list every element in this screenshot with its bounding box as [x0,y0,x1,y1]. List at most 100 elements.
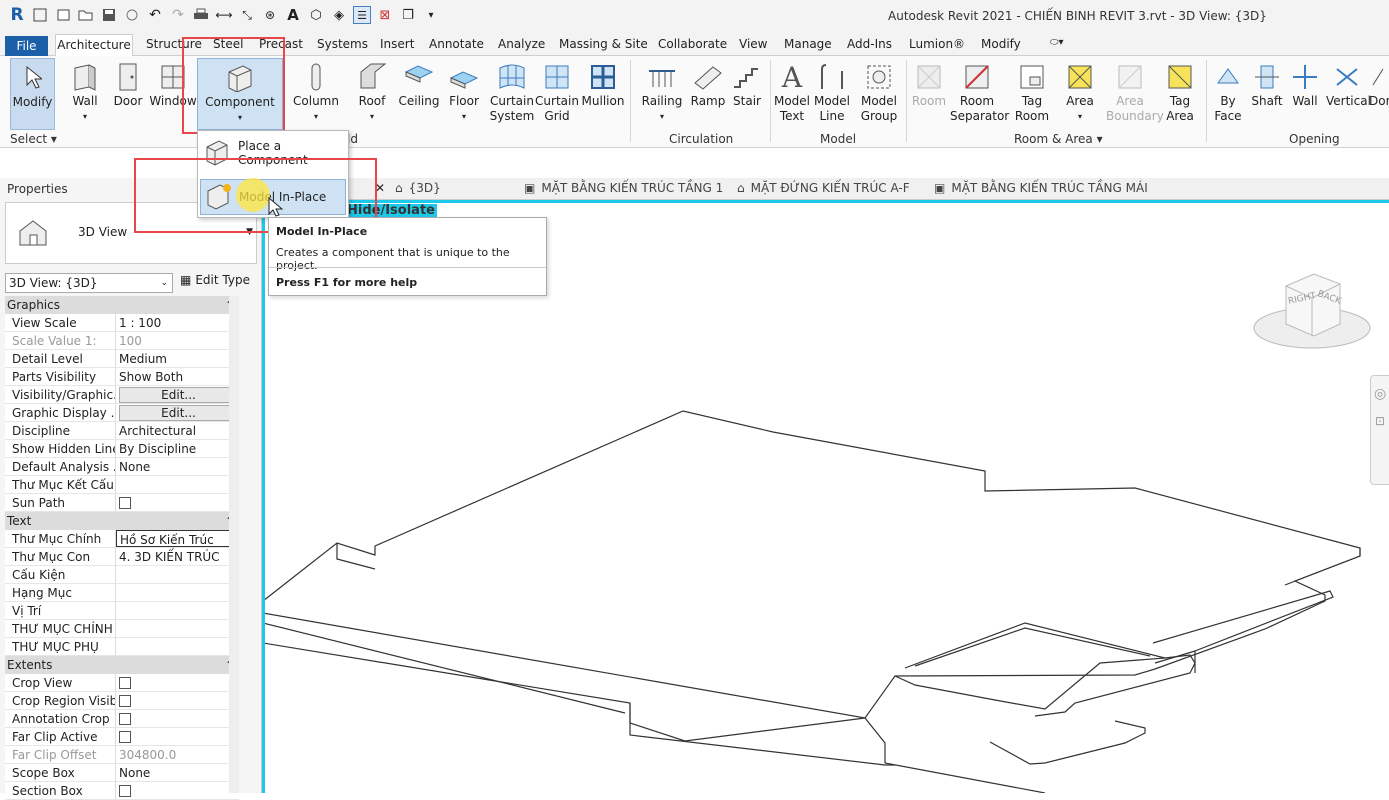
dormer-opening-button[interactable]: Dor [1369,60,1389,109]
tab-massing-site[interactable]: Massing & Site [559,37,648,51]
modify-button[interactable]: Modify [10,58,55,130]
property-value[interactable] [116,710,239,727]
edit-button[interactable]: Edit... [119,387,238,403]
property-value[interactable] [116,620,239,637]
tag-area-button[interactable]: Tag Area [1160,60,1200,124]
new-icon[interactable] [54,6,72,24]
view-cube[interactable]: RIGHT BACK [1250,258,1380,358]
model-group-button[interactable]: Model Group [856,60,902,124]
curtain-grid-button[interactable]: Curtain Grid [535,60,579,124]
view-tab-roof-plan[interactable]: ▣ MẶT BẰNG KIẾN TRÚC TẦNG MÁI [934,181,1148,195]
tab-architecture[interactable]: Architecture [55,34,133,57]
tag-icon[interactable]: ⊛ [261,6,279,24]
checkbox[interactable] [119,677,131,689]
tab-file[interactable]: File [5,36,48,56]
model-text-button[interactable]: A Model Text [772,60,812,124]
tag-room-button[interactable]: Tag Room [1012,60,1052,124]
mullion-button[interactable]: Mullion [580,60,626,109]
property-value[interactable]: 4. 3D KIẾN TRÚC [116,548,239,565]
shaft-button[interactable]: Shaft [1248,60,1286,109]
revit-logo-icon[interactable]: R [8,5,26,25]
column-button[interactable]: Column ▾ [293,60,339,124]
checkbox[interactable] [119,695,131,707]
tab-systems[interactable]: Systems [317,37,368,51]
door-button[interactable]: Door [110,60,146,109]
stair-button[interactable]: Stair [729,60,765,109]
property-value[interactable] [116,728,239,745]
home-icon[interactable] [31,6,49,24]
property-value[interactable]: Edit... [116,404,239,421]
by-face-button[interactable]: By Face [1210,60,1246,124]
text-icon[interactable]: A [284,6,302,24]
properties-scrollbar[interactable] [229,296,239,793]
edit-button[interactable]: Edit... [119,405,238,421]
view-tab-floor-plan-1[interactable]: ▣ MẶT BẰNG KIẾN TRÚC TẦNG 1 [524,181,723,195]
property-value[interactable] [116,602,239,619]
property-value[interactable]: Edit... [116,386,239,403]
tab-lumion[interactable]: Lumion® [909,37,965,51]
save-icon[interactable] [100,6,118,24]
close-hidden-icon[interactable]: ⊠ [376,6,394,24]
checkbox[interactable] [119,713,131,725]
checkbox[interactable] [119,785,131,797]
view-tab-elevation[interactable]: ⌂ MẶT ĐỨNG KIẾN TRÚC A-F [737,181,910,195]
section-extents[interactable]: Extents⌃ [5,656,239,674]
property-value[interactable]: Show Both [116,368,239,385]
property-value[interactable]: 304800.0 [116,746,239,763]
open-icon[interactable] [77,6,95,24]
property-value[interactable]: None [116,764,239,781]
print-icon[interactable] [192,6,210,24]
steering-wheel-icon[interactable]: ◎ [1374,386,1389,402]
property-value[interactable] [116,782,239,799]
room-area-panel-label[interactable]: Room & Area ▾ [1014,132,1103,146]
room-button[interactable]: Room [909,60,949,109]
property-value[interactable] [116,476,239,493]
model-line-button[interactable]: Model Line [812,60,852,124]
room-separator-button[interactable]: Room Separator [950,60,1009,124]
checkbox[interactable] [119,731,131,743]
property-value[interactable]: 100 [116,332,239,349]
ceiling-button[interactable]: Ceiling [396,60,442,109]
floor-button[interactable]: Floor ▾ [446,60,482,124]
property-value[interactable] [116,638,239,655]
customize-qat-icon[interactable]: ▾ [422,6,440,24]
zoom-icon[interactable]: ⊡ [1375,414,1389,428]
property-value[interactable] [116,692,239,709]
curtain-system-button[interactable]: Curtain System [489,60,535,124]
tab-manage[interactable]: Manage [784,37,832,51]
ramp-button[interactable]: Ramp [689,60,727,109]
area-button[interactable]: Area ▾ [1060,60,1100,124]
tab-analyze[interactable]: Analyze [498,37,545,51]
tab-insert[interactable]: Insert [380,37,414,51]
thin-lines-icon[interactable]: ☰ [353,6,371,24]
property-value[interactable]: None [116,458,239,475]
view-instance-selector[interactable]: 3D View: {3D} ⌄ [5,273,173,293]
tab-collaborate[interactable]: Collaborate [658,37,727,51]
property-value[interactable] [116,674,239,691]
checkbox[interactable] [119,497,131,509]
tab-annotate[interactable]: Annotate [429,37,484,51]
select-panel-label[interactable]: Select ▾ [10,132,57,146]
property-value[interactable]: 1 : 100 [116,314,239,331]
property-value[interactable]: By Discipline [116,440,239,457]
property-value[interactable]: Architectural [116,422,239,439]
switch-windows-icon[interactable]: ❐ [399,6,417,24]
property-value[interactable]: Hồ Sơ Kiến Trúc [116,530,239,547]
undo-icon[interactable]: ↶ [146,6,164,24]
wall-button[interactable]: Wall ▾ [63,60,107,124]
navigation-bar[interactable]: ◎ ⊡ [1370,375,1389,485]
roof-button[interactable]: Roof ▾ [352,60,392,124]
measure-icon[interactable]: ⟷ [215,6,233,24]
tab-modify[interactable]: Modify [981,37,1021,51]
3d-view-icon[interactable]: ⬡ [307,6,325,24]
section-graphics[interactable]: Graphics⌃ [5,296,239,314]
dimension-icon[interactable]: ⤡ [238,6,256,24]
property-value[interactable] [116,566,239,583]
property-value[interactable] [116,494,239,511]
tab-view[interactable]: View [739,37,767,51]
section-text[interactable]: Text⌃ [5,512,239,530]
view-tab-3d[interactable]: ⌂ {3D} [395,181,441,195]
railing-button[interactable]: Railing ▾ [640,60,684,124]
property-value[interactable] [116,584,239,601]
tab-add-ins[interactable]: Add-Ins [847,37,892,51]
